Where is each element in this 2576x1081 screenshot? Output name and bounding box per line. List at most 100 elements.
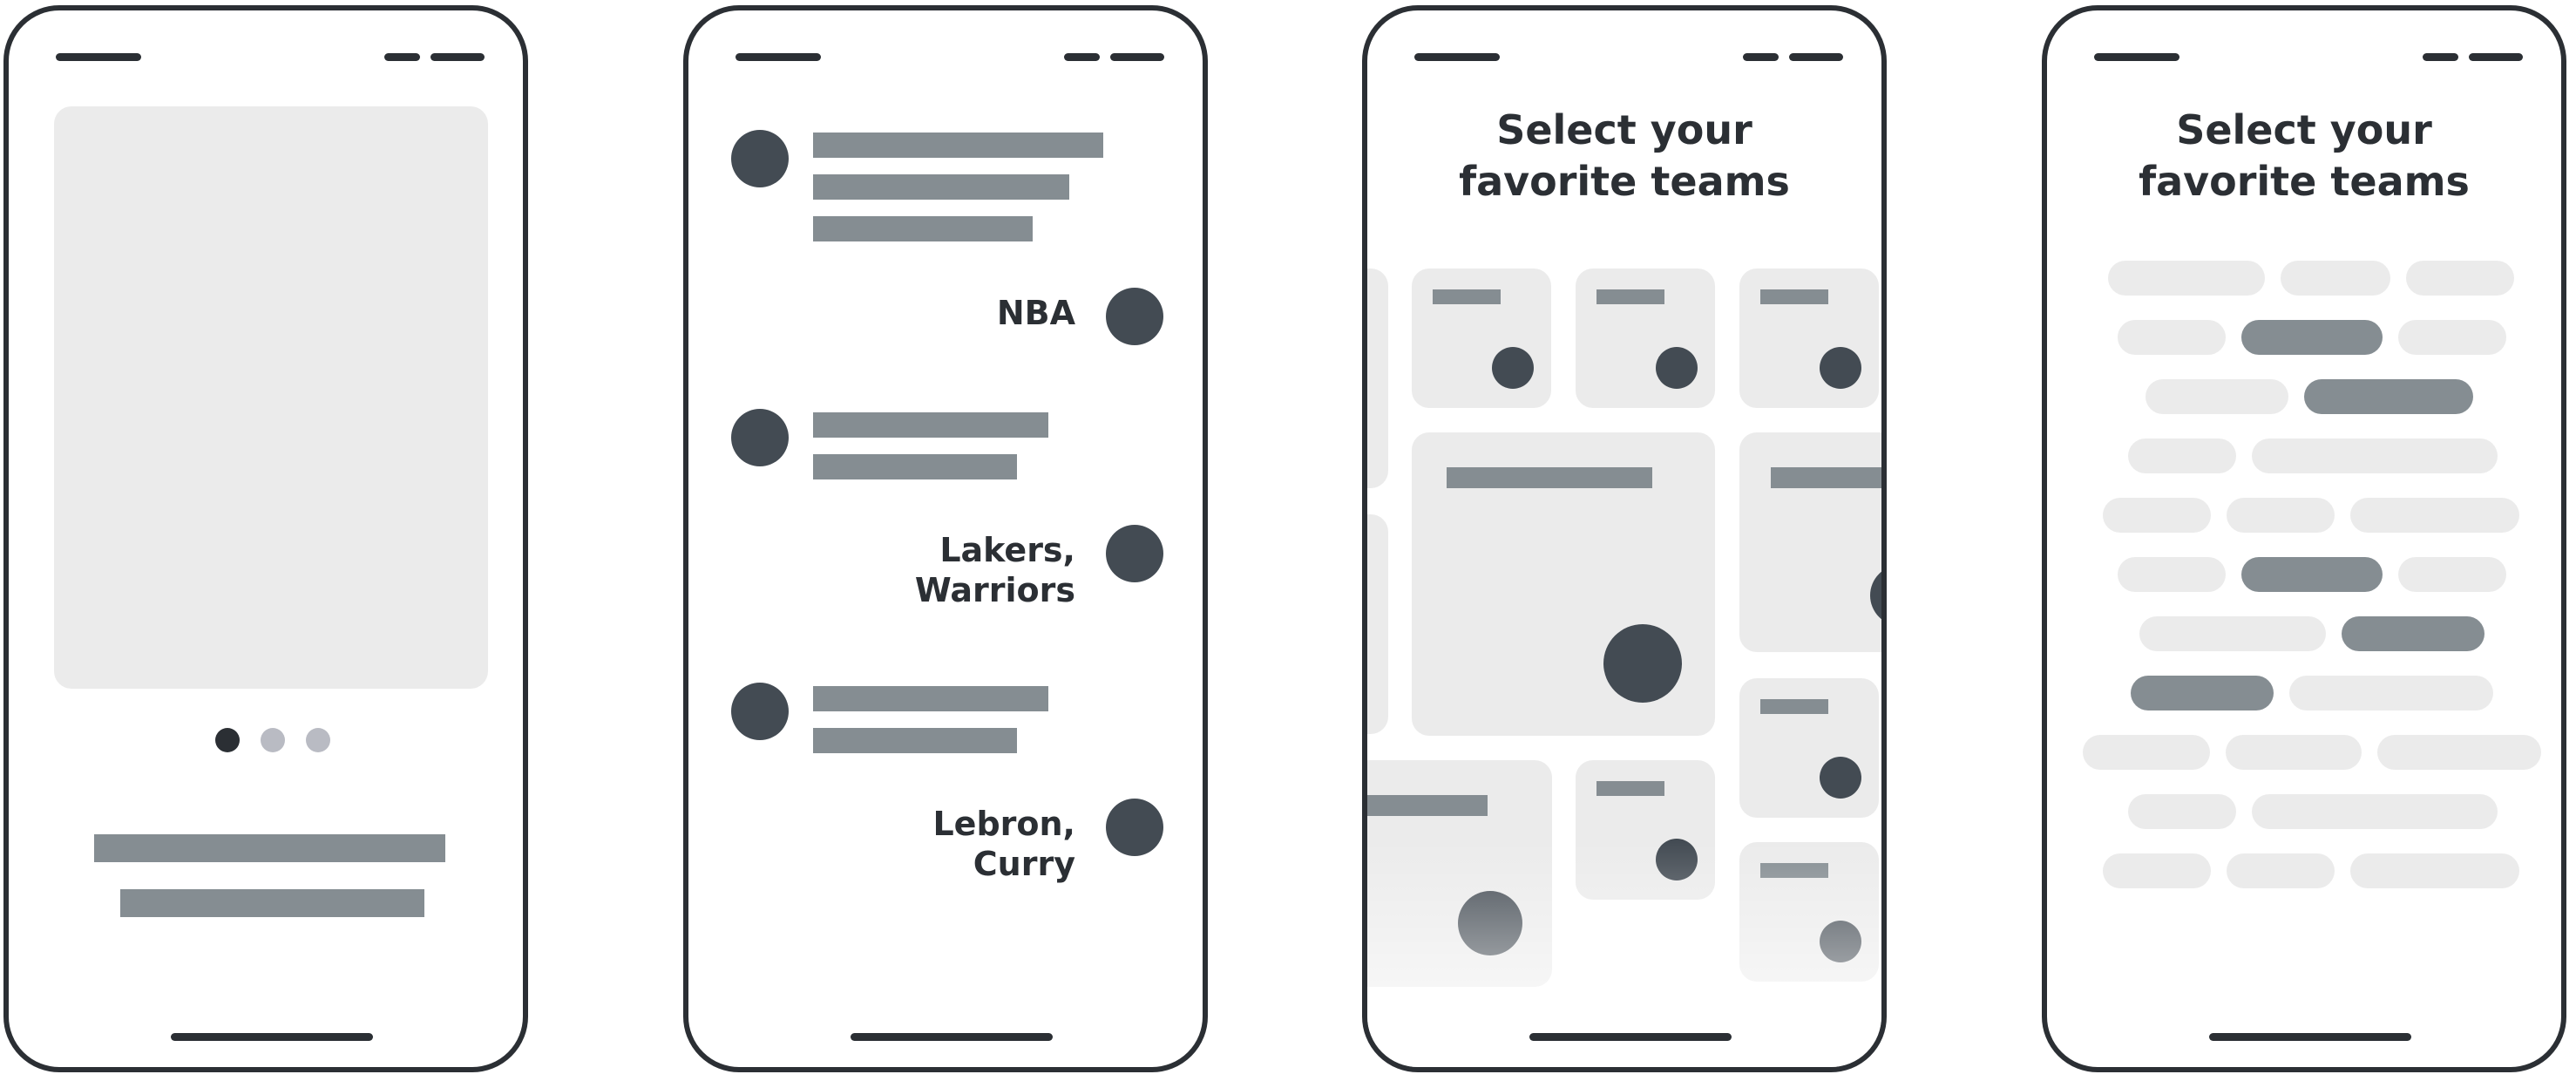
team-chip[interactable]: [2128, 794, 2236, 829]
status-bar-battery-icon: [430, 53, 485, 61]
team-card-featured[interactable]: [1739, 432, 1881, 652]
status-bar-battery-icon: [1110, 53, 1164, 61]
team-name-placeholder: [1433, 289, 1501, 304]
status-bar-battery-icon: [1789, 53, 1843, 61]
status-bar-time: [1414, 53, 1500, 61]
team-logo-icon: [1820, 347, 1861, 389]
user-avatar: [1106, 288, 1163, 345]
team-chip[interactable]: [2103, 498, 2211, 533]
status-bar-time: [56, 53, 141, 61]
team-logo-icon: [1492, 347, 1534, 389]
team-chip[interactable]: [2406, 261, 2514, 296]
phone-chat: NBA Lakers, Warriors Lebron, Curry: [683, 5, 1208, 1072]
team-chip[interactable]: [2227, 498, 2335, 533]
bot-message-line: [813, 133, 1103, 158]
team-chip[interactable]: [2281, 261, 2390, 296]
status-bar-signal-icon: [2423, 53, 2458, 61]
team-name-placeholder: [1447, 467, 1652, 488]
team-chip[interactable]: [2350, 498, 2519, 533]
home-indicator[interactable]: [171, 1033, 373, 1041]
bot-message-line: [813, 454, 1017, 479]
team-chip[interactable]: [2128, 439, 2236, 473]
page-title: Select your favorite teams: [1459, 106, 1790, 205]
team-chip[interactable]: [2252, 439, 2498, 473]
team-name-placeholder: [1367, 795, 1488, 816]
status-bar-battery-icon: [2469, 53, 2523, 61]
phone-team-grid: Select your favorite teams: [1362, 5, 1887, 1072]
home-indicator[interactable]: [1529, 1033, 1732, 1041]
team-chip[interactable]: [2108, 261, 2265, 296]
team-logo-icon: [1603, 624, 1682, 703]
user-avatar: [1106, 799, 1163, 856]
bot-message-line: [813, 174, 1069, 200]
page-indicator-dot[interactable]: [261, 728, 285, 752]
team-card[interactable]: [1576, 269, 1715, 408]
text-placeholder-line: [120, 889, 424, 917]
team-chip-selected[interactable]: [2304, 379, 2473, 414]
status-bar-signal-icon: [1743, 53, 1779, 61]
team-logo-icon: [1656, 347, 1698, 389]
team-chip[interactable]: [2118, 320, 2226, 355]
user-reply-text: NBA: [996, 294, 1075, 332]
page-title: Select your favorite teams: [2139, 106, 2470, 205]
team-card[interactable]: [1739, 269, 1879, 408]
team-name-placeholder: [1596, 289, 1664, 304]
team-card[interactable]: [1412, 269, 1551, 408]
home-indicator[interactable]: [2209, 1033, 2411, 1041]
team-chip[interactable]: [2398, 557, 2506, 592]
team-chip[interactable]: [2252, 794, 2498, 829]
team-name-placeholder: [1760, 289, 1828, 304]
bot-message-line: [813, 686, 1048, 711]
team-chip[interactable]: [2118, 557, 2226, 592]
team-name-placeholder: [1760, 863, 1828, 878]
team-card-featured[interactable]: [1412, 432, 1715, 736]
team-logo-icon: [1820, 921, 1861, 962]
team-name-placeholder: [1771, 467, 1881, 488]
home-indicator[interactable]: [851, 1033, 1053, 1041]
team-chip[interactable]: [2227, 853, 2335, 888]
bot-message-line: [813, 216, 1033, 241]
bot-message-line: [813, 728, 1017, 753]
team-chip-selected[interactable]: [2241, 557, 2383, 592]
status-bar-time: [2094, 53, 2179, 61]
team-logo-icon: [1870, 565, 1881, 626]
team-card[interactable]: [1576, 760, 1715, 900]
status-bar-signal-icon: [384, 53, 420, 61]
team-logo-icon: [1820, 757, 1861, 799]
team-chip[interactable]: [2083, 735, 2210, 770]
team-chip-selected[interactable]: [2241, 320, 2383, 355]
bot-message-line: [813, 412, 1048, 438]
team-card[interactable]: [1367, 760, 1552, 987]
team-name-placeholder: [1760, 699, 1828, 714]
team-chip[interactable]: [2289, 676, 2493, 710]
team-chip[interactable]: [2103, 853, 2211, 888]
page-indicator-dot-active[interactable]: [215, 728, 240, 752]
team-chip[interactable]: [2146, 379, 2288, 414]
team-card[interactable]: [1739, 678, 1879, 818]
status-bar-time: [736, 53, 821, 61]
team-chip[interactable]: [2350, 853, 2519, 888]
bot-avatar: [731, 409, 789, 466]
user-reply-text: Lebron, Curry: [932, 805, 1075, 883]
team-chip[interactable]: [2226, 735, 2362, 770]
team-chip-selected[interactable]: [2342, 616, 2484, 651]
team-card[interactable]: [1739, 842, 1879, 982]
phone-team-chips: Select your favorite teams: [2042, 5, 2566, 1072]
team-logo-icon: [1656, 839, 1698, 880]
team-chip[interactable]: [2398, 320, 2506, 355]
user-avatar: [1106, 525, 1163, 582]
team-name-placeholder: [1596, 781, 1664, 796]
team-card[interactable]: [1367, 514, 1388, 734]
team-card[interactable]: [1367, 269, 1388, 488]
team-chip[interactable]: [2377, 735, 2541, 770]
page-indicator-dot[interactable]: [306, 728, 330, 752]
status-bar-signal-icon: [1064, 53, 1100, 61]
phone-onboarding: [3, 5, 528, 1072]
team-chip-selected[interactable]: [2131, 676, 2274, 710]
text-placeholder-line: [94, 834, 445, 862]
carousel-image-placeholder[interactable]: [54, 106, 488, 689]
user-reply-text: Lakers, Warriors: [914, 531, 1075, 609]
team-logo-icon: [1458, 891, 1522, 955]
team-chip[interactable]: [2139, 616, 2326, 651]
bot-avatar: [731, 130, 789, 187]
